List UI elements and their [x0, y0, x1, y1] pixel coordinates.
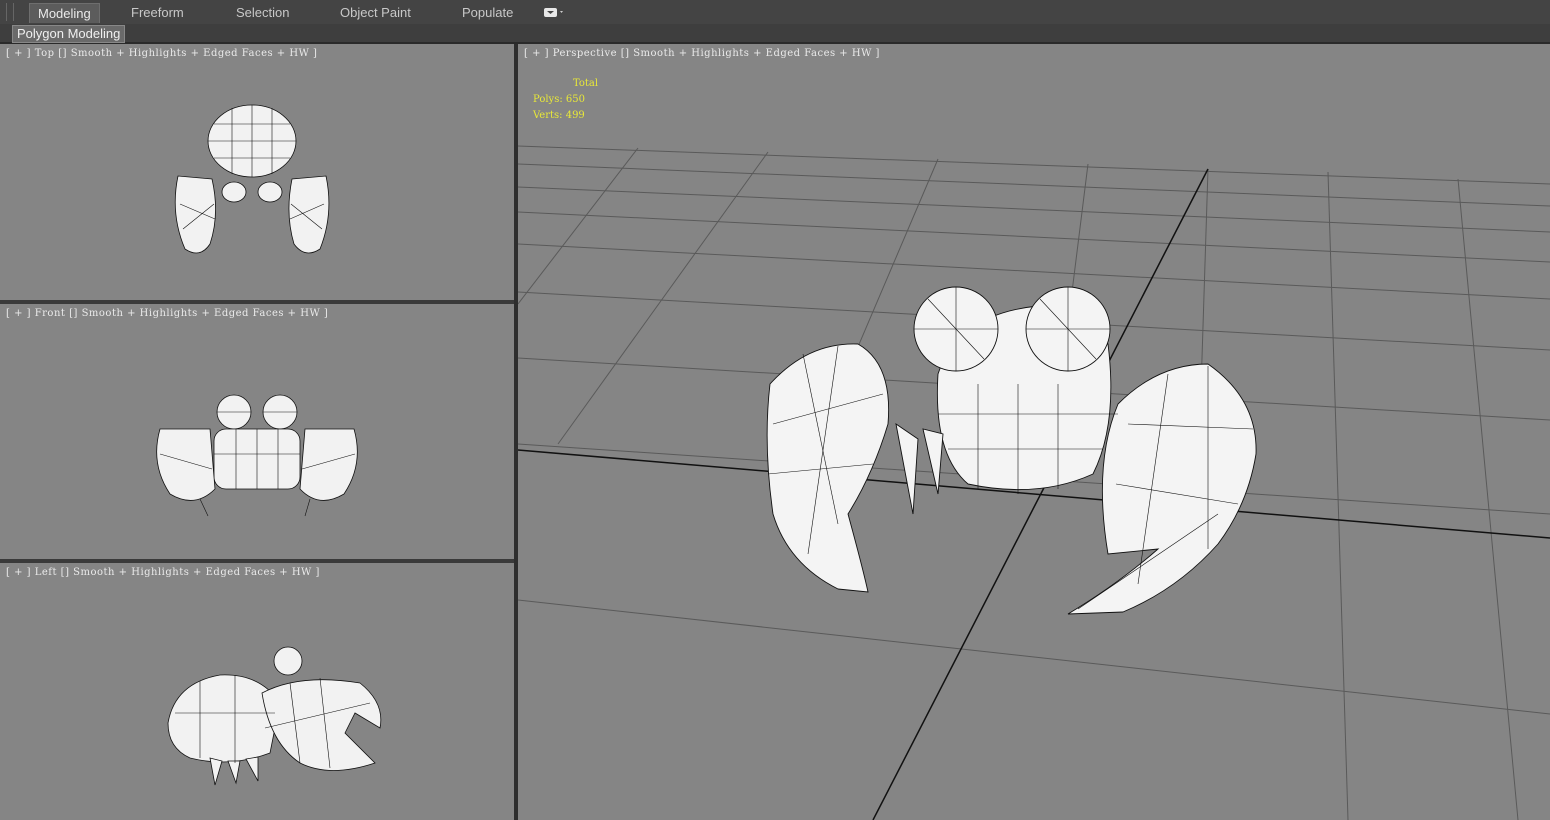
stats-verts: Verts: 499 [533, 110, 585, 121]
ribbon-options-dropdown[interactable] [543, 6, 565, 18]
stats-polys: Polys: 650 [533, 94, 585, 105]
crab-perspective-model [766, 286, 1257, 615]
tab-freeform[interactable]: Freeform [131, 3, 184, 22]
viewport-top[interactable]: [ + ] Top [] Smooth + Highlights + Edged… [0, 44, 514, 300]
crab-left-view-model [167, 646, 382, 786]
viewport-perspective[interactable]: [ + ] Perspective [] Smooth + Highlights… [518, 44, 1550, 820]
crab-top-view-model [174, 104, 330, 254]
chevron-down-icon [544, 8, 563, 17]
tab-selection[interactable]: Selection [236, 3, 289, 22]
ribbon-tabs: Modeling Freeform Selection Object Paint… [0, 0, 1550, 25]
subpanel-bar: Polygon Modeling [0, 24, 1550, 44]
perspective-scene [518, 145, 1550, 820]
stats-total-label: Total [573, 78, 599, 89]
viewport-perspective-label[interactable]: [ + ] Perspective [] Smooth + Highlights… [524, 48, 880, 59]
viewport-front[interactable]: [ + ] Front [] Smooth + Highlights + Edg… [0, 304, 514, 559]
tab-populate[interactable]: Populate [462, 3, 513, 22]
tab-modeling[interactable]: Modeling [29, 3, 100, 23]
polygon-modeling-panel[interactable]: Polygon Modeling [12, 25, 126, 43]
crab-front-view-model [156, 394, 358, 517]
tab-object-paint[interactable]: Object Paint [340, 3, 411, 22]
ribbon-grip[interactable] [6, 3, 14, 21]
viewport-left[interactable]: [ + ] Left [] Smooth + Highlights + Edge… [0, 563, 514, 820]
